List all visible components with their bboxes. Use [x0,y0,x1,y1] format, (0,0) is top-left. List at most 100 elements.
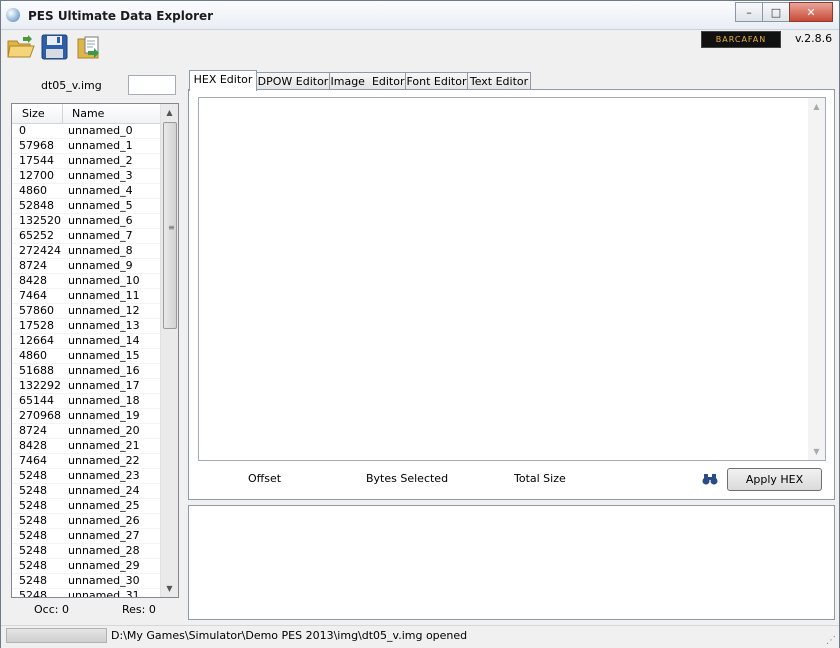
grip-icon: ≡ [168,223,175,232]
resize-grip-icon[interactable]: ⋰ [826,635,836,646]
name-cell: unnamed_27 [68,529,140,542]
app-window: PES Ultimate Data Explorer – □ ✕ BARCAFA… [0,0,840,648]
name-cell: unnamed_5 [68,199,133,212]
size-cell: 272424 [19,244,61,257]
size-cell: 5248 [19,499,47,512]
brand-logo: BARCAFAN [701,31,781,48]
vertical-scrollbar[interactable]: ▲ ≡ ▼ [160,104,178,597]
list-item[interactable]: 4860 unnamed_4 [12,184,161,199]
list-item[interactable]: 5248 unnamed_28 [12,544,161,559]
list-item[interactable]: 17528 unnamed_13 [12,319,161,334]
hex-scrollbar[interactable]: ▲ ▼ [808,98,825,460]
list-rows: 0 unnamed_0 57968 unnamed_1 17544 unnamed_2 12… [12,124,161,597]
scroll-up-icon[interactable]: ▲ [161,104,178,121]
offset-label: Offset [248,472,282,485]
maximize-button[interactable]: □ [762,2,790,22]
list-item[interactable]: 8724 unnamed_9 [12,259,161,274]
list-item[interactable]: 5248 unnamed_26 [12,514,161,529]
list-item[interactable]: 52848 unnamed_5 [12,199,161,214]
status-bar: D:\My Games\Simulator\Demo PES 2013\img\… [1,625,839,648]
list-item[interactable]: 8428 unnamed_10 [12,274,161,289]
close-button[interactable]: ✕ [789,2,833,22]
version-label: v.2.8.6 [795,32,833,45]
name-cell: unnamed_19 [68,409,140,422]
column-divider[interactable] [62,104,63,123]
list-item[interactable]: 4860 unnamed_15 [12,349,161,364]
name-cell: unnamed_6 [68,214,133,227]
tab-image-editor[interactable]: Image Editor [329,72,406,90]
list-item[interactable]: 5248 unnamed_23 [12,469,161,484]
list-item[interactable]: 65144 unnamed_18 [12,394,161,409]
title-bar[interactable]: PES Ultimate Data Explorer – □ ✕ [1,1,839,30]
hex-view[interactable]: ▲ ▼ [198,97,826,461]
list-header: Size Name [12,104,161,124]
size-cell: 5248 [19,559,47,572]
list-item[interactable]: 7464 unnamed_11 [12,289,161,304]
size-cell: 7464 [19,454,47,467]
tab-hex-editor[interactable]: HEX Editor [189,70,257,91]
list-item[interactable]: 270968 unnamed_19 [12,409,161,424]
size-cell: 65144 [19,394,54,407]
status-text: D:\My Games\Simulator\Demo PES 2013\img\… [111,629,468,642]
size-cell: 7464 [19,289,47,302]
list-item[interactable]: 5248 unnamed_24 [12,484,161,499]
list-item[interactable]: 12700 unnamed_3 [12,169,161,184]
save-disk-icon[interactable] [40,33,70,61]
list-item[interactable]: 5248 unnamed_31 [12,589,161,597]
tab-font-editor[interactable]: Font Editor [405,72,468,90]
size-cell: 132292 [19,379,61,392]
size-cell: 5248 [19,514,47,527]
name-cell: unnamed_13 [68,319,140,332]
column-name-header[interactable]: Name [72,107,104,120]
name-cell: unnamed_16 [68,364,140,377]
name-cell: unnamed_10 [68,274,140,287]
list-item[interactable]: 8724 unnamed_20 [12,424,161,439]
name-cell: unnamed_14 [68,334,140,347]
hex-scroll-up-icon[interactable]: ▲ [808,98,825,115]
tab-text-editor[interactable]: Text Editor [467,72,531,90]
file-list[interactable]: Size Name 0 unnamed_0 57968 unnamed_1 17544 u… [11,103,179,598]
res-label: Res: 0 [122,603,156,616]
list-item[interactable]: 5248 unnamed_25 [12,499,161,514]
scroll-down-icon[interactable]: ▼ [161,580,178,597]
tab-dpow-editor[interactable]: DPOW Editor [256,72,330,90]
list-item[interactable]: 65252 unnamed_7 [12,229,161,244]
binoculars-search-icon[interactable] [702,473,718,488]
apply-hex-button[interactable]: Apply HEX [727,468,822,491]
size-cell: 8724 [19,424,47,437]
size-cell: 4860 [19,349,47,362]
size-cell: 270968 [19,409,61,422]
name-cell: unnamed_20 [68,424,140,437]
list-item[interactable]: 272424 unnamed_8 [12,244,161,259]
open-folder-icon[interactable] [6,33,36,61]
scroll-thumb[interactable]: ≡ [163,122,177,329]
name-cell: unnamed_2 [68,154,133,167]
size-cell: 4860 [19,184,47,197]
export-file-icon[interactable] [74,33,104,61]
list-item[interactable]: 132520 unnamed_6 [12,214,161,229]
list-item[interactable]: 17544 unnamed_2 [12,154,161,169]
list-item[interactable]: 57860 unnamed_12 [12,304,161,319]
list-item[interactable]: 5248 unnamed_27 [12,529,161,544]
list-item[interactable]: 8428 unnamed_21 [12,439,161,454]
hex-scroll-down-icon[interactable]: ▼ [808,443,825,460]
index-input[interactable] [128,75,176,95]
file-name-label: dt05_v.img [41,79,102,92]
list-item[interactable]: 0 unnamed_0 [12,124,161,139]
list-item[interactable]: 132292 unnamed_17 [12,379,161,394]
list-item[interactable]: 5248 unnamed_30 [12,574,161,589]
progress-bar [6,628,107,643]
size-cell: 12664 [19,334,54,347]
list-item[interactable]: 12664 unnamed_14 [12,334,161,349]
occ-label: Occ: 0 [34,603,69,616]
size-cell: 57968 [19,139,54,152]
size-cell: 57860 [19,304,54,317]
list-item[interactable]: 57968 unnamed_1 [12,139,161,154]
column-size-header[interactable]: Size [22,107,45,120]
list-item[interactable]: 7464 unnamed_22 [12,454,161,469]
list-item[interactable]: 51688 unnamed_16 [12,364,161,379]
list-item[interactable]: 5248 unnamed_29 [12,559,161,574]
minimize-button[interactable]: – [735,2,763,22]
size-cell: 17544 [19,154,54,167]
size-cell: 52848 [19,199,54,212]
